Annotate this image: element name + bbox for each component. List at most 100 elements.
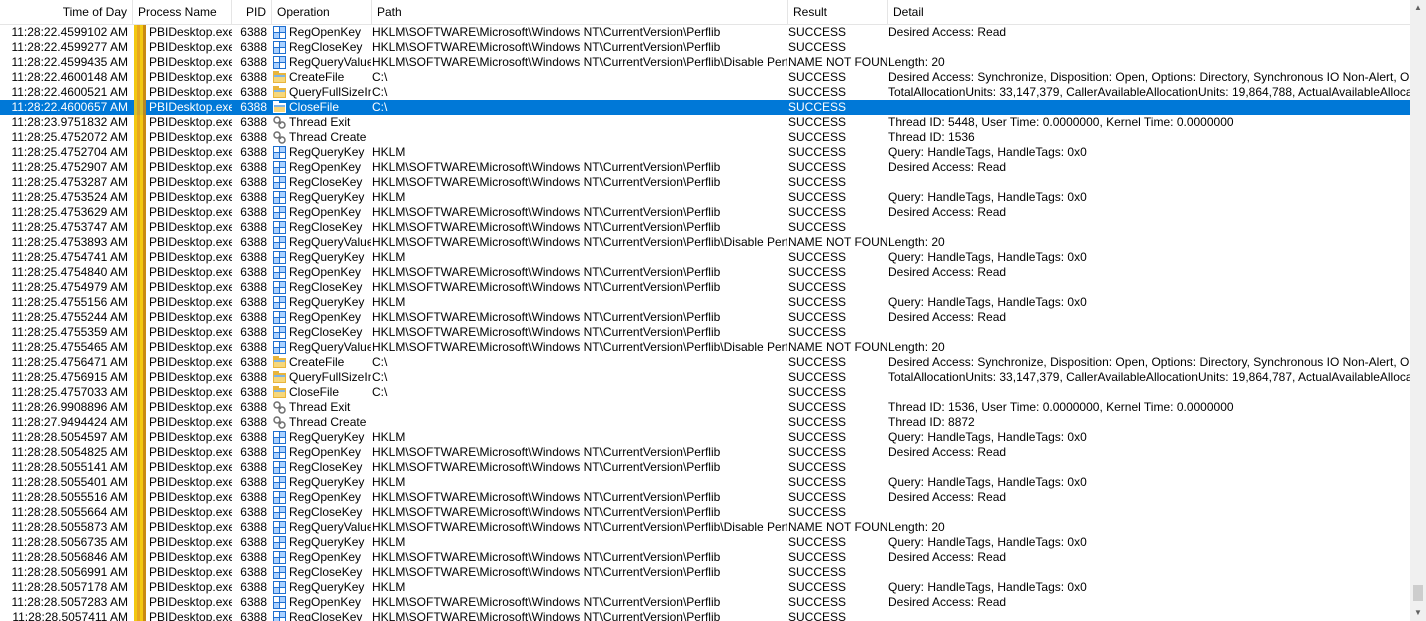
table-row[interactable]: 11:28:23.9751832 AM PBIDesktop.exe 6388 Thr…: [0, 115, 1410, 130]
cell-result: NAME NOT FOUND: [788, 520, 887, 534]
registry-icon: [272, 520, 288, 535]
table-row[interactable]: 11:28:25.4754741 AM PBIDesktop.exe 6388 Reg…: [0, 250, 1410, 265]
cell-path: HKLM\SOFTWARE\Microsoft\Windows NT\Curre…: [372, 565, 721, 579]
cell-process-name: PBIDesktop.exe: [149, 370, 232, 384]
table-row[interactable]: 11:28:25.4753747 AM PBIDesktop.exe 6388 Reg…: [0, 220, 1410, 235]
cell-operation: RegOpenKey: [289, 595, 362, 609]
process-app-icon: [133, 145, 147, 160]
registry-icon: [272, 550, 288, 565]
cell-path: C:\: [372, 355, 388, 369]
process-app-icon: [133, 445, 147, 460]
table-row[interactable]: 11:28:28.5055141 AM PBIDesktop.exe 6388 Reg…: [0, 460, 1410, 475]
table-row[interactable]: 11:28:28.5057411 AM PBIDesktop.exe 6388 Reg…: [0, 610, 1410, 621]
cell-operation: CreateFile: [289, 355, 345, 369]
process-app-icon: [133, 580, 147, 595]
cell-detail: Desired Access: Read: [888, 550, 1007, 564]
cell-time: 11:28:22.4600148 AM: [11, 70, 128, 84]
cell-operation: RegQueryKey: [289, 295, 365, 309]
cell-time: 11:28:28.5056846 AM: [11, 550, 128, 564]
table-row[interactable]: 11:28:25.4756915 AM PBIDesktop.exe 6388 Que…: [0, 370, 1410, 385]
cell-path: C:\: [372, 85, 388, 99]
process-app-icon: [133, 280, 147, 295]
scroll-down-arrow-icon[interactable]: ▼: [1410, 605, 1426, 621]
table-row[interactable]: 11:28:25.4753893 AM PBIDesktop.exe 6388 Reg…: [0, 235, 1410, 250]
cell-pid: 6388: [240, 565, 267, 579]
table-row[interactable]: 11:28:22.4600521 AM PBIDesktop.exe 6388 Que…: [0, 85, 1410, 100]
table-row[interactable]: 11:28:28.5055664 AM PBIDesktop.exe 6388 Reg…: [0, 505, 1410, 520]
table-row[interactable]: 11:28:25.4755465 AM PBIDesktop.exe 6388 Reg…: [0, 340, 1410, 355]
table-row[interactable]: 11:28:28.5054597 AM PBIDesktop.exe 6388 Reg…: [0, 430, 1410, 445]
process-app-icon: [133, 595, 147, 610]
cell-path: HKLM\SOFTWARE\Microsoft\Windows NT\Curre…: [372, 595, 721, 609]
cell-path: HKLM: [372, 580, 406, 594]
cell-operation: Thread Exit: [289, 400, 351, 414]
table-row[interactable]: 11:28:22.4599435 AM PBIDesktop.exe 6388 Reg…: [0, 55, 1410, 70]
column-header-result[interactable]: Result: [788, 0, 888, 24]
cell-path: HKLM\SOFTWARE\Microsoft\Windows NT\Curre…: [372, 205, 721, 219]
cell-operation: RegOpenKey: [289, 160, 362, 174]
table-row[interactable]: 11:28:28.5056846 AM PBIDesktop.exe 6388 Reg…: [0, 550, 1410, 565]
cell-detail: Query: HandleTags, HandleTags: 0x0: [888, 580, 1087, 594]
table-row[interactable]: 11:28:28.5055516 AM PBIDesktop.exe 6388 Reg…: [0, 490, 1410, 505]
table-row[interactable]: 11:28:25.4757033 AM PBIDesktop.exe 6388 Clo…: [0, 385, 1410, 400]
table-row[interactable]: 11:28:22.4599102 AM PBIDesktop.exe 6388 Reg…: [0, 25, 1410, 40]
cell-time: 11:28:25.4756471 AM: [11, 355, 128, 369]
vertical-scrollbar[interactable]: ▲ ▼: [1410, 0, 1426, 621]
cell-process-name: PBIDesktop.exe: [149, 550, 232, 564]
column-header-time[interactable]: Time of Day: [0, 0, 133, 24]
table-row[interactable]: 11:28:25.4753629 AM PBIDesktop.exe 6388 Reg…: [0, 205, 1410, 220]
cell-process-name: PBIDesktop.exe: [149, 430, 232, 444]
table-row[interactable]: 11:28:25.4754840 AM PBIDesktop.exe 6388 Reg…: [0, 265, 1410, 280]
table-row[interactable]: 11:28:25.4755156 AM PBIDesktop.exe 6388 Reg…: [0, 295, 1410, 310]
cell-pid: 6388: [240, 325, 267, 339]
table-row[interactable]: 11:28:25.4753287 AM PBIDesktop.exe 6388 Reg…: [0, 175, 1410, 190]
registry-icon: [272, 505, 288, 520]
table-row[interactable]: 11:28:26.9908896 AM PBIDesktop.exe 6388 Thr…: [0, 400, 1410, 415]
column-header-operation[interactable]: Operation: [272, 0, 372, 24]
table-row[interactable]: 11:28:28.5054825 AM PBIDesktop.exe 6388 Reg…: [0, 445, 1410, 460]
table-row[interactable]: 11:28:25.4752072 AM PBIDesktop.exe 6388 Thr…: [0, 130, 1410, 145]
table-row[interactable]: 11:28:27.9494424 AM PBIDesktop.exe 6388 Thr…: [0, 415, 1410, 430]
table-row[interactable]: 11:28:22.4599277 AM PBIDesktop.exe 6388 Reg…: [0, 40, 1410, 55]
cell-path: HKLM: [372, 295, 406, 309]
process-app-icon: [133, 235, 147, 250]
cell-pid: 6388: [240, 265, 267, 279]
cell-result: SUCCESS: [788, 385, 847, 399]
column-header-bar: Time of Day Process Name PID Operation P…: [0, 0, 1410, 25]
table-row[interactable]: 11:28:25.4752704 AM PBIDesktop.exe 6388 Reg…: [0, 145, 1410, 160]
column-header-process[interactable]: Process Name: [133, 0, 232, 24]
table-row[interactable]: 11:28:25.4754979 AM PBIDesktop.exe 6388 Reg…: [0, 280, 1410, 295]
table-row[interactable]: 11:28:28.5055401 AM PBIDesktop.exe 6388 Reg…: [0, 475, 1410, 490]
table-row[interactable]: 11:28:22.4600657 AM PBIDesktop.exe 6388 Clo…: [0, 100, 1410, 115]
table-row[interactable]: 11:28:28.5055873 AM PBIDesktop.exe 6388 Reg…: [0, 520, 1410, 535]
cell-pid: 6388: [240, 295, 267, 309]
table-row[interactable]: 11:28:28.5056991 AM PBIDesktop.exe 6388 Reg…: [0, 565, 1410, 580]
column-header-pid[interactable]: PID: [232, 0, 272, 24]
cell-pid: 6388: [240, 235, 267, 249]
table-row[interactable]: 11:28:25.4755359 AM PBIDesktop.exe 6388 Reg…: [0, 325, 1410, 340]
cell-pid: 6388: [240, 385, 267, 399]
table-row[interactable]: 11:28:25.4756471 AM PBIDesktop.exe 6388 Cre…: [0, 355, 1410, 370]
registry-icon: [272, 445, 288, 460]
table-row[interactable]: 11:28:25.4753524 AM PBIDesktop.exe 6388 Reg…: [0, 190, 1410, 205]
cell-path: HKLM\SOFTWARE\Microsoft\Windows NT\Curre…: [372, 160, 721, 174]
registry-icon: [272, 220, 288, 235]
cell-operation: RegOpenKey: [289, 265, 362, 279]
table-row[interactable]: 11:28:28.5056735 AM PBIDesktop.exe 6388 Reg…: [0, 535, 1410, 550]
table-row[interactable]: 11:28:28.5057283 AM PBIDesktop.exe 6388 Reg…: [0, 595, 1410, 610]
cell-result: SUCCESS: [788, 40, 847, 54]
table-row[interactable]: 11:28:28.5057178 AM PBIDesktop.exe 6388 Reg…: [0, 580, 1410, 595]
column-header-detail[interactable]: Detail: [888, 0, 1410, 24]
scroll-up-arrow-icon[interactable]: ▲: [1410, 0, 1426, 16]
scrollbar-thumb[interactable]: [1413, 585, 1423, 601]
cell-pid: 6388: [240, 70, 267, 84]
table-row[interactable]: 11:28:22.4600148 AM PBIDesktop.exe 6388 Cre…: [0, 70, 1410, 85]
column-header-path[interactable]: Path: [372, 0, 788, 24]
table-row[interactable]: 11:28:25.4752907 AM PBIDesktop.exe 6388 Reg…: [0, 160, 1410, 175]
cell-pid: 6388: [240, 40, 267, 54]
process-app-icon: [133, 505, 147, 520]
cell-time: 11:28:25.4752907 AM: [11, 160, 128, 174]
table-row[interactable]: 11:28:25.4755244 AM PBIDesktop.exe 6388 Reg…: [0, 310, 1410, 325]
cell-pid: 6388: [240, 475, 267, 489]
cell-path: HKLM: [372, 145, 406, 159]
